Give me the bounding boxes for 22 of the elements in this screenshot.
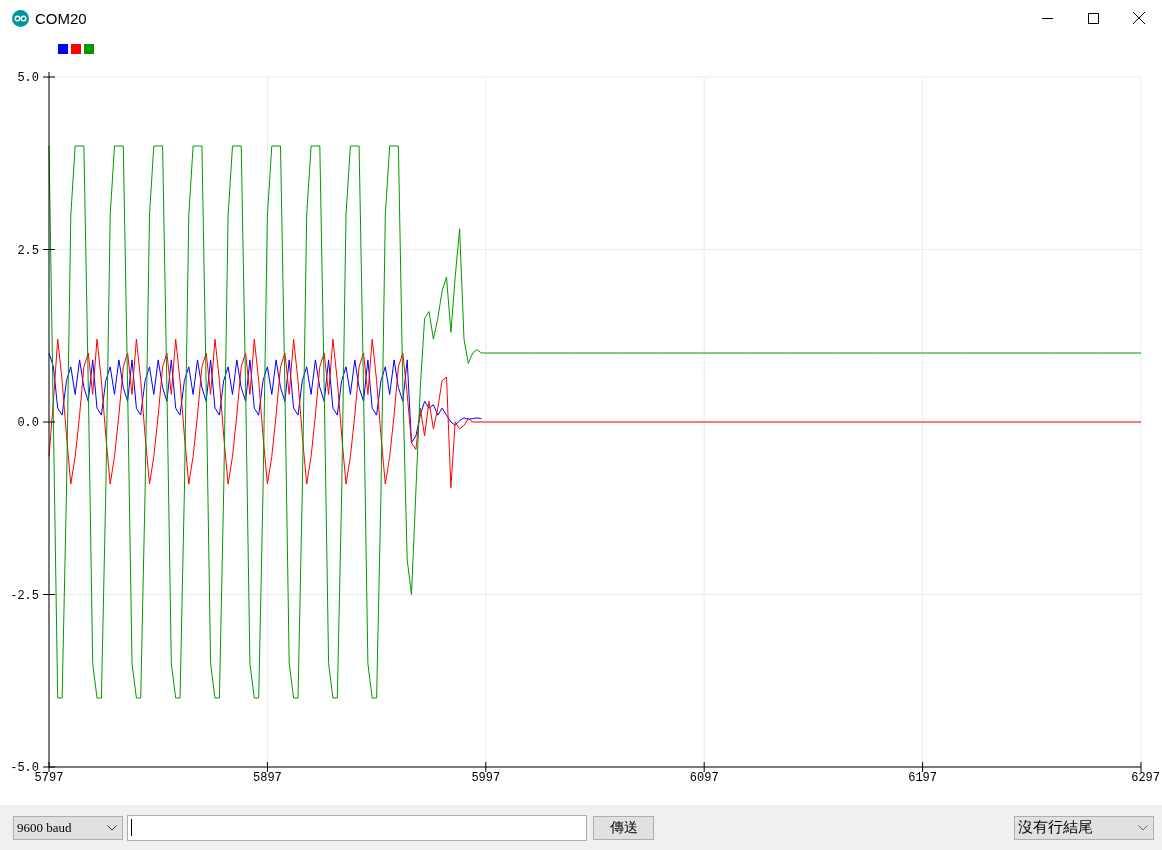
minimize-icon [1041, 17, 1053, 19]
send-button[interactable]: 傳送 [593, 815, 654, 840]
text-cursor-icon [131, 819, 132, 836]
line-ending-dropdown[interactable]: 沒有行結尾 [1014, 815, 1154, 840]
window-title: COM20 [35, 9, 88, 27]
x-tick-label: 6297 [1131, 771, 1160, 785]
x-tick-label: 6097 [689, 771, 719, 785]
chevron-down-icon [107, 824, 117, 831]
app-logo-icon [12, 9, 29, 27]
x-tick-label: 5897 [253, 771, 282, 785]
maximize-icon [1087, 12, 1099, 24]
y-tick-label: 0.0 [17, 416, 39, 430]
y-tick-label: -2.5 [10, 588, 39, 603]
baud-rate-dropdown[interactable]: 9600 baud [13, 815, 123, 840]
x-tick-label: 6197 [908, 771, 937, 785]
x-tick-label: 5997 [471, 771, 501, 785]
x-tick-label: 5797 [34, 771, 64, 785]
send-input-field[interactable] [127, 814, 587, 841]
y-tick-label: 2.5 [17, 243, 39, 258]
close-icon [1133, 12, 1145, 24]
y-tick-label: 5.0 [17, 71, 39, 85]
chevron-down-icon [1138, 824, 1148, 831]
